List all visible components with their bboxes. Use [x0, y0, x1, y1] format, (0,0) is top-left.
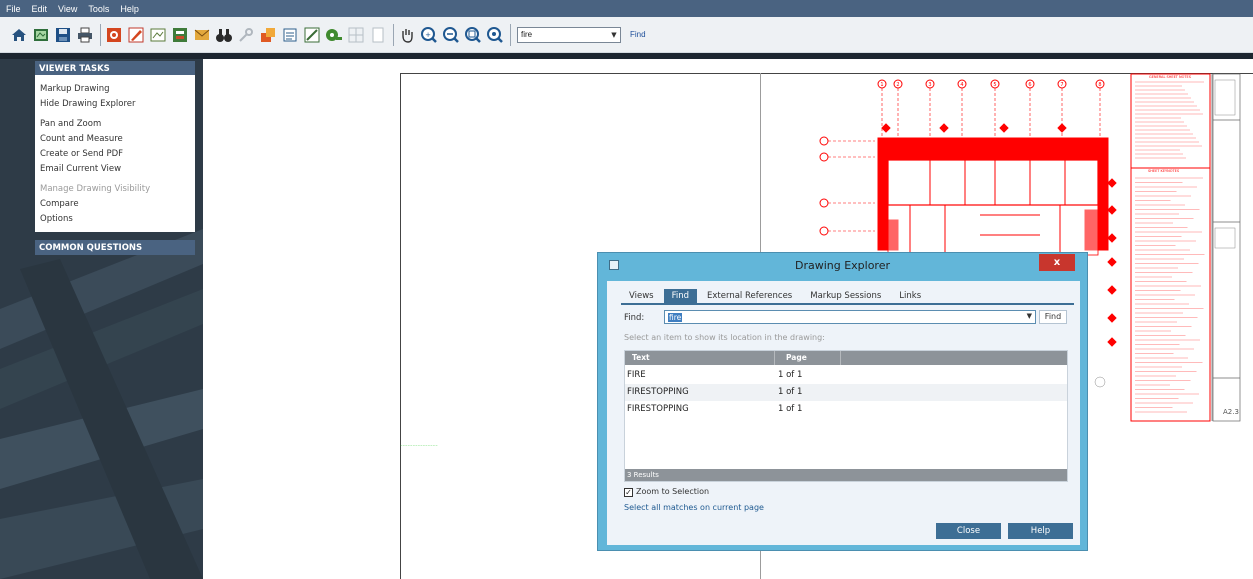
toolbar-separator — [393, 23, 394, 46]
row-text: FIRESTOPPING — [627, 387, 689, 397]
tab-external-references[interactable]: External References — [699, 289, 800, 303]
tab-views[interactable]: Views — [621, 289, 662, 303]
toolbar-separator — [100, 23, 101, 46]
dialog-title: Drawing Explorer — [794, 259, 891, 272]
drawing-explorer-dialog: Drawing Explorer x Views Find External R… — [597, 252, 1088, 551]
zoom-to-selection-checkbox[interactable]: ✓ — [624, 488, 633, 497]
tab-find[interactable]: Find — [663, 289, 698, 303]
find-hint-text: Select an item to show its location in t… — [624, 333, 825, 342]
task-options[interactable]: Options — [35, 212, 195, 227]
stamp-icon[interactable] — [149, 26, 167, 44]
task-manage-drawing-visibility: Manage Drawing Visibility — [40, 184, 151, 194]
menu-bar: File Edit View Tools Help — [0, 0, 1253, 17]
task-markup-drawing[interactable]: Markup Drawing — [35, 82, 195, 97]
compare-icon[interactable] — [281, 26, 299, 44]
grid-icon[interactable] — [347, 26, 365, 44]
chevron-down-icon[interactable]: ▼ — [1027, 312, 1032, 320]
open-drawing-icon[interactable] — [32, 26, 50, 44]
column-header-text[interactable]: Text — [632, 351, 650, 365]
close-button[interactable]: Close — [936, 523, 1001, 539]
row-page: 1 of 1 — [778, 387, 803, 397]
left-task-panel: VIEWER TASKS Markup Drawing Hide Drawing… — [0, 59, 203, 579]
menu-view[interactable]: View — [58, 4, 77, 14]
find-label: Find: — [624, 313, 645, 323]
results-table: Text Page FIRE 1 of 1 FIRESTOPPING 1 of … — [624, 350, 1068, 482]
row-text: FIRE — [627, 370, 646, 380]
toolbar-search-value: fire — [521, 30, 533, 39]
results-header: Text Page — [625, 351, 1067, 365]
task-compare[interactable]: Compare — [35, 197, 195, 212]
find-input-value: fire — [668, 313, 683, 322]
menu-edit[interactable]: Edit — [32, 4, 48, 14]
layers-icon[interactable] — [259, 26, 277, 44]
row-page: 1 of 1 — [778, 370, 803, 380]
results-footer: 3 Results — [625, 469, 1067, 481]
task-pan-and-zoom[interactable]: Pan and Zoom — [35, 117, 195, 132]
zoom-to-selection-label[interactable]: Zoom to Selection — [636, 487, 709, 496]
viewer-tasks-header: VIEWER TASKS — [35, 61, 195, 76]
page-icon[interactable] — [369, 26, 387, 44]
save-icon[interactable] — [54, 26, 72, 44]
toolbar-separator — [510, 23, 511, 46]
measure-icon[interactable] — [303, 26, 321, 44]
zoom-window-icon[interactable] — [486, 26, 504, 44]
task-count-and-measure[interactable]: Count and Measure — [35, 132, 195, 147]
zoom-out-icon[interactable] — [442, 26, 460, 44]
table-row[interactable]: FIRE 1 of 1 — [625, 367, 1067, 384]
dialog-body: Views Find External References Markup Se… — [607, 281, 1080, 545]
edit-markup-icon[interactable] — [127, 26, 145, 44]
tape-measure-icon[interactable] — [325, 26, 343, 44]
task-hide-drawing-explorer[interactable]: Hide Drawing Explorer — [35, 97, 195, 112]
row-page: 1 of 1 — [778, 404, 803, 414]
publish-icon[interactable] — [171, 26, 189, 44]
tab-underline — [621, 303, 1074, 305]
email-icon[interactable] — [193, 26, 211, 44]
task-email-current-view[interactable]: Email Current View — [35, 162, 195, 177]
column-header-page[interactable]: Page — [786, 351, 807, 365]
home-icon[interactable] — [10, 26, 28, 44]
zoom-fit-icon[interactable] — [464, 26, 482, 44]
chevron-down-icon[interactable]: ▼ — [608, 31, 620, 39]
viewer-window: File Edit View Tools Help + fire ▼ Find … — [0, 0, 1253, 579]
common-questions-header[interactable]: COMMON QUESTIONS — [35, 240, 195, 255]
binoculars-icon[interactable] — [215, 26, 233, 44]
help-button[interactable]: Help — [1008, 523, 1073, 539]
toolbar-search-combobox[interactable]: fire ▼ — [517, 26, 621, 43]
table-row[interactable]: FIRESTOPPING 1 of 1 — [625, 401, 1067, 418]
dialog-title-bar[interactable]: Drawing Explorer x — [598, 253, 1087, 277]
close-icon[interactable]: x — [1039, 254, 1075, 271]
results-count: 3 Results — [627, 471, 659, 479]
tab-markup-sessions[interactable]: Markup Sessions — [802, 289, 889, 303]
toolbar: + fire ▼ Find — [0, 17, 1253, 53]
print-icon[interactable] — [76, 26, 94, 44]
pan-hand-icon[interactable] — [398, 26, 416, 44]
select-all-matches-link[interactable]: Select all matches on current page — [624, 503, 764, 512]
menu-file[interactable]: File — [6, 4, 21, 14]
key-icon[interactable] — [237, 26, 255, 44]
svg-text:+: + — [425, 31, 431, 39]
find-button[interactable]: Find — [1039, 310, 1067, 324]
menu-help[interactable]: Help — [120, 4, 139, 14]
green-annotation-text: ~~~~~~~~~~~~~~~ — [400, 443, 438, 447]
dialog-tabs: Views Find External References Markup Se… — [621, 289, 931, 303]
task-create-or-send-pdf[interactable]: Create or Send PDF — [35, 147, 195, 162]
find-input[interactable]: fire ▼ — [664, 310, 1036, 324]
table-row[interactable]: FIRESTOPPING 1 of 1 — [625, 384, 1067, 401]
toolbar-find-button[interactable]: Find — [630, 30, 646, 39]
tab-links[interactable]: Links — [891, 289, 929, 303]
zoom-in-icon[interactable]: + — [420, 26, 438, 44]
markup-icon[interactable] — [105, 26, 123, 44]
row-text: FIRESTOPPING — [627, 404, 689, 414]
menu-tools[interactable]: Tools — [88, 4, 109, 14]
viewer-tasks-list: Markup Drawing Hide Drawing Explorer Pan… — [35, 75, 195, 232]
